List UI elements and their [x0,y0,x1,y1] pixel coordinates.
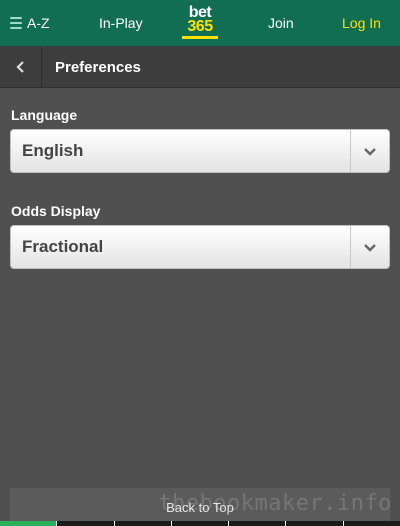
language-value: English [22,141,84,160]
odds-display-value: Fractional [22,237,104,256]
az-menu-button[interactable]: A-Z [10,0,50,46]
language-dropdown-button[interactable] [350,130,389,172]
odds-display-label: Odds Display [11,203,101,219]
bottom-tab-4[interactable] [170,521,229,526]
logo-underline [182,36,218,39]
menu-icon [10,17,22,29]
bottom-tab-1[interactable] [0,521,57,526]
language-select[interactable]: English [10,129,390,173]
join-link[interactable]: Join [268,0,294,46]
top-header: A-Z In-Play bet 365 Join Log In [0,0,400,46]
bet365-logo[interactable]: bet 365 [182,5,218,39]
back-button[interactable] [0,46,42,88]
odds-display-select[interactable]: Fractional [10,225,390,269]
bottom-tab-5[interactable] [228,521,286,526]
bottom-tab-7[interactable] [342,521,400,526]
language-label: Language [11,107,78,123]
logo-line2: 365 [187,18,213,35]
page-title: Preferences [55,58,141,76]
bottom-tab-3[interactable] [113,521,171,526]
watermark: thebookmaker.info [158,490,392,516]
login-link[interactable]: Log In [342,0,381,46]
preferences-header: Preferences [0,46,400,88]
odds-display-dropdown-button[interactable] [350,226,389,268]
bottom-tab-2[interactable] [56,521,114,526]
chevron-down-icon [364,147,376,156]
inplay-link[interactable]: In-Play [99,0,143,46]
chevron-left-icon [15,61,24,73]
bottom-tab-bar [0,521,400,526]
bottom-tab-6[interactable] [285,521,343,526]
az-label: A-Z [27,15,50,31]
chevron-down-icon [364,243,376,252]
